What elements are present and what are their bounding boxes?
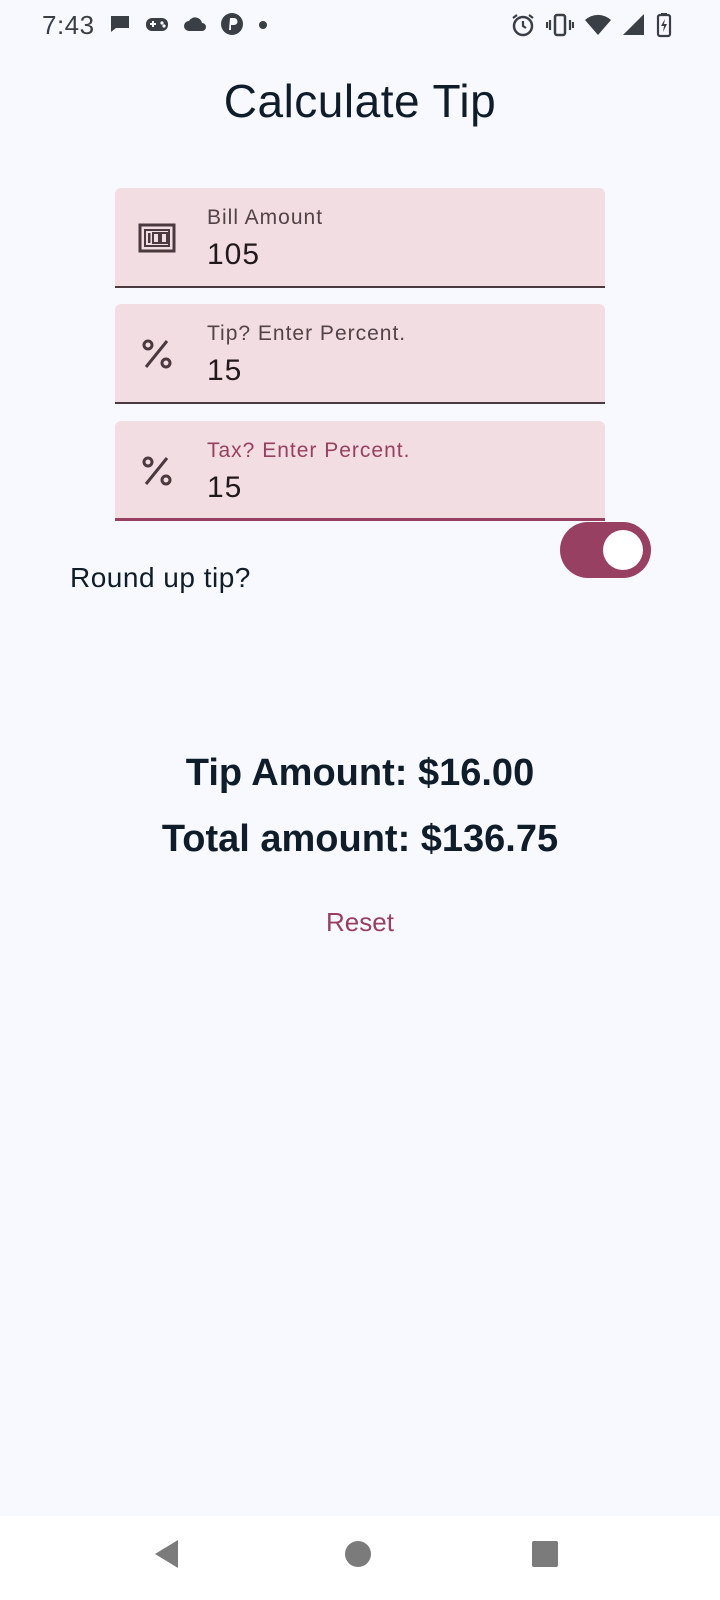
battery-icon <box>656 12 672 38</box>
alarm-icon <box>510 12 536 38</box>
navigation-bar <box>0 1516 720 1600</box>
tip-percent-field[interactable]: Tip? Enter Percent. 15 <box>115 304 605 404</box>
tip-percent-value[interactable]: 15 <box>207 354 242 388</box>
tax-percent-field[interactable]: Tax? Enter Percent. 15 <box>115 421 605 521</box>
home-icon[interactable] <box>342 1538 374 1575</box>
recents-icon[interactable] <box>530 1538 560 1575</box>
percent-icon <box>137 336 177 372</box>
game-controller-icon <box>144 12 170 36</box>
back-icon[interactable] <box>152 1538 182 1575</box>
status-time: 7:43 <box>42 10 95 40</box>
round-up-label: Round up tip? <box>70 562 251 593</box>
status-bar: 7:43 <box>0 0 720 56</box>
page-title: Calculate Tip <box>223 75 497 127</box>
total-amount-text: Total amount: $136.75 <box>161 818 559 860</box>
tax-percent-value[interactable]: 15 <box>207 471 242 505</box>
percent-icon <box>137 453 177 489</box>
round-up-switch[interactable] <box>560 522 651 578</box>
message-icon <box>108 12 132 36</box>
wifi-icon <box>584 12 612 38</box>
tip-percent-label: Tip? Enter Percent. <box>207 322 407 345</box>
tax-percent-label: Tax? Enter Percent. <box>207 439 411 462</box>
dot-icon <box>256 12 270 36</box>
tip-amount-text: Tip Amount: $16.00 <box>185 752 535 794</box>
vibrate-icon <box>546 12 574 38</box>
bill-amount-value[interactable]: 105 <box>207 238 260 272</box>
money-icon <box>137 220 177 256</box>
switch-thumb <box>603 530 643 570</box>
bill-amount-label: Bill Amount <box>207 206 324 229</box>
reset-button[interactable]: Reset <box>300 900 420 944</box>
cloud-icon <box>182 12 208 36</box>
bill-amount-field[interactable]: Bill Amount 105 <box>115 188 605 288</box>
pinterest-icon <box>220 12 244 36</box>
signal-icon <box>622 12 646 38</box>
